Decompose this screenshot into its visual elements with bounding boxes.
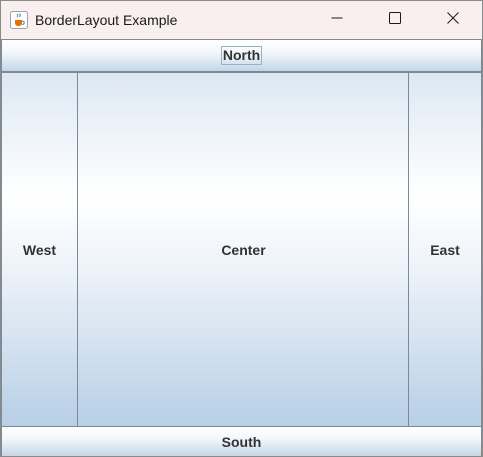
app-window: BorderLayout Example North West Center E… (0, 0, 483, 457)
minimize-button[interactable] (308, 1, 366, 39)
close-button[interactable] (424, 1, 482, 39)
minimize-icon (331, 11, 343, 29)
north-button[interactable]: North (1, 39, 482, 72)
center-button-label: Center (221, 241, 266, 258)
title-bar[interactable]: BorderLayout Example (1, 1, 482, 39)
west-button-label: West (22, 241, 57, 258)
maximize-button[interactable] (366, 1, 424, 39)
south-button-label: South (221, 433, 262, 450)
content-pane: North West Center East South (1, 39, 482, 456)
north-button-label: North (220, 46, 263, 65)
java-coffee-cup-icon (10, 11, 28, 29)
west-button[interactable]: West (1, 72, 78, 427)
east-button-label: East (430, 241, 460, 258)
window-controls (308, 1, 482, 39)
window-title: BorderLayout Example (35, 12, 178, 28)
maximize-icon (389, 11, 401, 29)
close-icon (447, 11, 459, 29)
center-button[interactable]: Center (77, 72, 410, 427)
south-button[interactable]: South (1, 426, 482, 456)
east-button[interactable]: East (408, 72, 482, 427)
